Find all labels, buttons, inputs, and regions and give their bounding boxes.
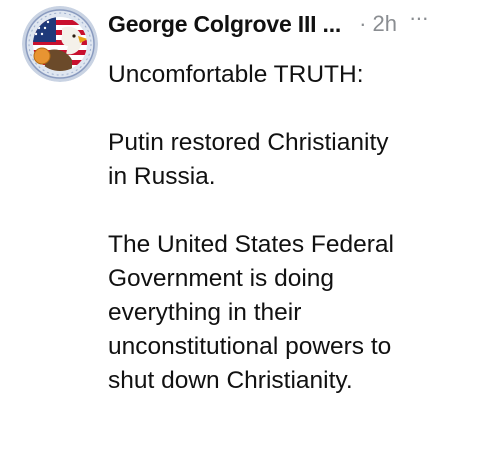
- post-body: Uncomfortable TRUTH: Putin restored Chri…: [108, 58, 492, 398]
- eagle-flag-seal-icon: [22, 6, 98, 82]
- separator-dot: ·: [359, 11, 367, 36]
- author-name[interactable]: George Colgrove III ...: [108, 11, 341, 38]
- text-line: Government is doing: [108, 265, 335, 292]
- post-header: George Colgrove III ... · 2h ···: [108, 4, 492, 44]
- text-line: Uncomfortable TRUTH:: [108, 61, 364, 88]
- text-line: The United States Federal: [108, 231, 394, 258]
- paragraph: The United States Federal Government is …: [108, 228, 492, 398]
- text-line: unconstitutional powers to: [108, 333, 392, 360]
- more-options-icon[interactable]: ···: [409, 5, 429, 31]
- text-line: Putin restored Christianity: [108, 129, 389, 156]
- text-line: shut down Christianity.: [108, 367, 353, 394]
- timestamp[interactable]: 2h: [372, 11, 396, 37]
- paragraph: Putin restored Christianity in Russia.: [108, 126, 492, 194]
- paragraph: Uncomfortable TRUTH:: [108, 58, 492, 92]
- post: George Colgrove III ... · 2h ··· Uncomfo…: [0, 0, 500, 452]
- text-line: in Russia.: [108, 163, 216, 190]
- text-line: everything in their: [108, 299, 302, 326]
- avatar[interactable]: [22, 6, 98, 82]
